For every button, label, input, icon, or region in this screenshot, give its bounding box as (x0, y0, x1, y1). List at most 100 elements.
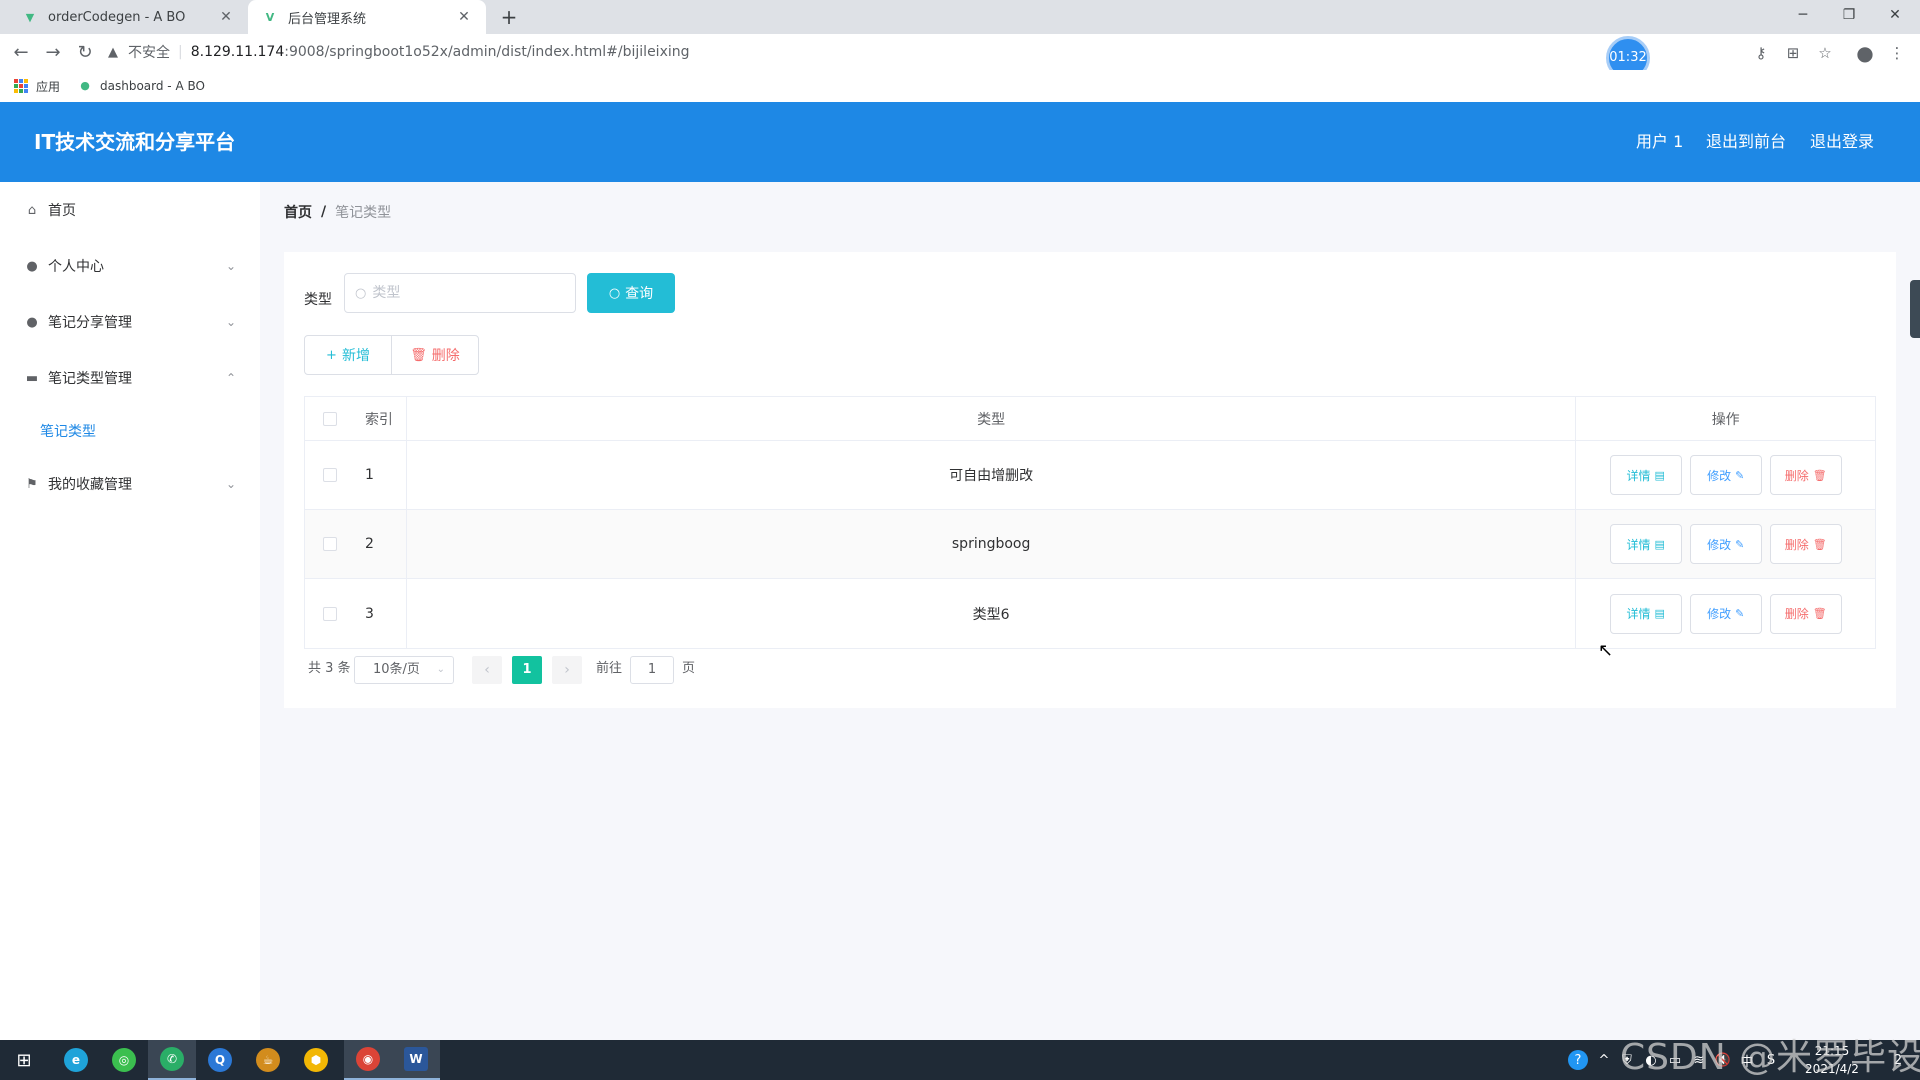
pagination-total: 共 3 条 (308, 661, 351, 676)
translate-icon[interactable]: ⊞ (1782, 42, 1804, 64)
edit-button[interactable]: 修改 ✎ (1689, 455, 1762, 495)
wechat-icon[interactable]: ✆ (148, 1040, 196, 1080)
word-icon[interactable]: W (392, 1040, 440, 1080)
help-icon[interactable]: ? (1564, 1040, 1592, 1080)
batch-delete-button[interactable]: 🗑 删除 (391, 335, 479, 375)
pagination: 共 3 条 10条/页 ⌄ ‹ 1 › 前往 1 页 (304, 654, 904, 684)
url-path: :9008/springboot1o52x/admin/dist/index.h… (284, 44, 690, 60)
hexagon-app-icon[interactable]: ⬢ (292, 1040, 340, 1080)
row-type: 类型6 (407, 579, 1577, 648)
row-checkbox-cell (305, 441, 355, 509)
key-icon[interactable]: ⚷ (1750, 42, 1772, 64)
insecure-label: 不安全 (128, 45, 170, 61)
page-number-current[interactable]: 1 (512, 656, 542, 684)
main-content: 首页 / 笔记类型 类型 ○ ○ 查询 + 新增 🗑 删除 索引 类型 操作 (260, 182, 1920, 1040)
reload-icon[interactable]: ↻ (72, 40, 98, 66)
add-button[interactable]: + 新增 (304, 335, 392, 375)
sidebar-subitem-note-type[interactable]: 笔记类型 (0, 406, 260, 456)
bookmark-apps[interactable]: 应用 (14, 78, 60, 95)
window-close-icon[interactable]: ✕ (1872, 0, 1918, 34)
side-scroll-handle[interactable] (1910, 280, 1920, 338)
page-suffix-label: 页 (682, 661, 696, 676)
next-page-button[interactable]: › (552, 656, 582, 684)
green-app-icon[interactable]: ◎ (100, 1040, 148, 1080)
delete-label: 删除 (1784, 468, 1809, 483)
new-tab-button[interactable]: + (496, 4, 522, 30)
user-icon: ● (26, 258, 38, 274)
browser-tab-admin[interactable]: V 后台管理系统 ✕ (248, 0, 486, 34)
apps-grid-icon (14, 79, 28, 93)
edge-browser-icon[interactable]: e (52, 1040, 100, 1080)
header-ops: 操作 (1711, 411, 1740, 428)
edit-icon: ✎ (1735, 607, 1745, 620)
trash-icon: 🗑 (1812, 607, 1827, 620)
table-row: 1 可自由增删改 详情 ▤ 修改 ✎ 删除 🗑 (305, 441, 1875, 510)
sidebar-item-personal-center[interactable]: ● 个人中心 ⌄ (0, 238, 260, 294)
detail-button[interactable]: 详情 ▤ (1609, 593, 1682, 634)
prev-page-button[interactable]: ‹ (472, 656, 502, 684)
query-button[interactable]: ○ 查询 (587, 273, 675, 313)
chevron-up-icon[interactable]: ^ (1594, 1040, 1614, 1080)
delete-button[interactable]: 删除 🗑 (1769, 524, 1842, 564)
row-checkbox[interactable] (322, 468, 337, 482)
edit-icon: ✎ (1735, 537, 1745, 551)
sidebar-item-label: 个人中心 (48, 259, 104, 275)
mouse-cursor-icon: ↖ (1598, 640, 1614, 661)
sidebar-item-note-share[interactable]: ● 笔记分享管理 ⌄ (0, 294, 260, 350)
chrome-icon[interactable]: ◉ (344, 1040, 392, 1080)
restore-icon[interactable]: ❐ (1826, 0, 1872, 34)
row-checkbox[interactable] (322, 537, 337, 551)
page-size-select[interactable]: 10条/页 ⌄ (354, 656, 454, 684)
row-index: 2 (355, 510, 407, 578)
minimize-icon[interactable]: ─ (1780, 0, 1826, 34)
close-icon[interactable]: ✕ (456, 9, 472, 25)
row-ops: 详情 ▤ 修改 ✎ 删除 🗑 (1576, 441, 1875, 509)
tab-title: 后台管理系统 (288, 11, 367, 27)
document-icon: ▤ (1654, 468, 1665, 482)
filter-type-label: 类型 (304, 292, 332, 308)
windows-start-icon[interactable]: ⊞ (0, 1040, 48, 1080)
search-app-icon[interactable]: Q (196, 1040, 244, 1080)
detail-button[interactable]: 详情 ▤ (1609, 524, 1682, 564)
detail-button[interactable]: 详情 ▤ (1609, 455, 1682, 495)
row-checkbox[interactable] (322, 606, 337, 621)
chevron-down-icon: ⌄ (225, 259, 236, 273)
delete-button[interactable]: 删除 🗑 (1769, 593, 1842, 634)
goto-page-input[interactable]: 1 (630, 656, 674, 684)
delete-button[interactable]: 删除 🗑 (1769, 455, 1842, 495)
browser-tab-ordercodegen[interactable]: ▼ orderCodegen - A BO ✕ (8, 0, 248, 34)
select-all-checkbox[interactable] (322, 411, 337, 426)
edit-button[interactable]: 修改 ✎ (1689, 593, 1762, 634)
logout-link[interactable]: 退出登录 (1810, 102, 1874, 182)
header-type: 类型 (407, 397, 1577, 440)
bookmark-dashboard[interactable]: ● dashboard - A BO (78, 79, 205, 93)
document-icon: ▤ (1654, 537, 1665, 551)
back-icon[interactable]: ← (8, 40, 34, 66)
exit-to-front-link[interactable]: 退出到前台 (1706, 102, 1786, 182)
flag-icon: ⚑ (26, 476, 38, 492)
row-index: 1 (355, 441, 407, 509)
kebab-menu-icon[interactable]: ⋮ (1886, 42, 1908, 64)
edit-button[interactable]: 修改 ✎ (1689, 524, 1762, 564)
sidebar-item-favorites[interactable]: ⚑ 我的收藏管理 ⌄ (0, 456, 260, 512)
page-size-value: 10条/页 (373, 662, 420, 677)
forward-icon[interactable]: → (40, 40, 66, 66)
row-ops: 详情 ▤ 修改 ✎ 删除 🗑 (1576, 579, 1875, 648)
vue-logo-icon: ● (80, 79, 90, 92)
type-search-field[interactable]: ○ (344, 273, 576, 313)
star-icon[interactable]: ☆ (1814, 42, 1836, 64)
idea-app-icon[interactable]: ☕ (244, 1040, 292, 1080)
type-search-input[interactable] (372, 285, 563, 301)
sidebar-item-label: 首页 (48, 203, 76, 219)
chevron-down-icon: ⌄ (225, 477, 236, 491)
close-icon[interactable]: ✕ (218, 9, 234, 25)
note-type-table: 索引 类型 操作 1 可自由增删改 详情 ▤ 修改 ✎ 删除 🗑 2 springbo… (304, 396, 1876, 649)
profile-icon[interactable]: ● (1854, 42, 1876, 64)
breadcrumb-home[interactable]: 首页 (284, 202, 312, 222)
sidebar-item-home[interactable]: ⌂ 首页 (0, 182, 260, 238)
app-header: IT技术交流和分享平台 用户 1 退出到前台 退出登录 (0, 102, 1920, 182)
user-icon: ● (26, 314, 38, 330)
url-field[interactable]: ▲ 不安全 | 8.129.11.174 :9008/springboot1o5… (108, 38, 1808, 66)
sidebar-item-note-type-management[interactable]: ▬ 笔记类型管理 ⌃ (0, 350, 260, 406)
goto-label: 前往 (596, 661, 623, 676)
